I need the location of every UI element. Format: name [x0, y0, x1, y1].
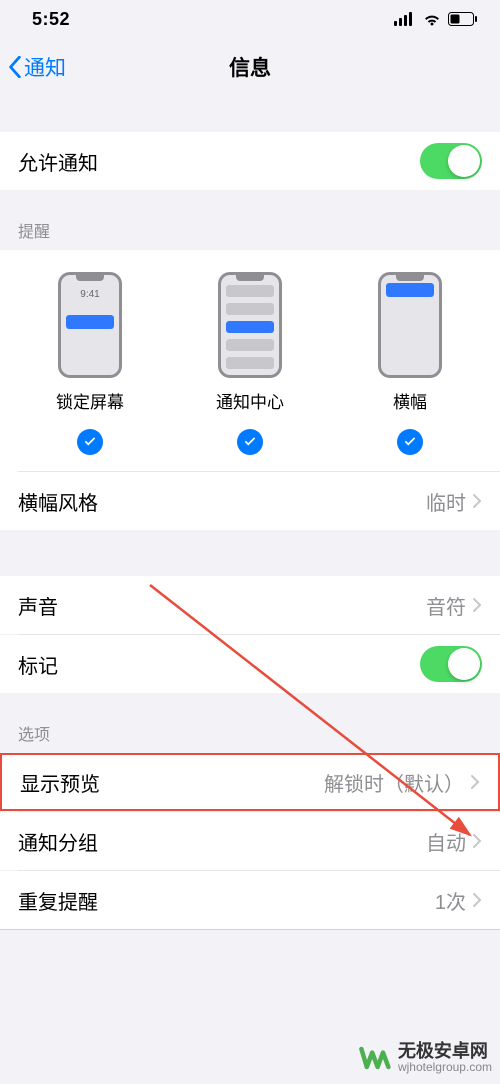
options-header: 选项 [0, 693, 500, 753]
banner-preview [378, 272, 442, 378]
check-icon [397, 429, 423, 455]
alerts-group: 9:41 锁定屏幕 通知中心 横幅 横幅风格 临时 [0, 250, 500, 530]
sounds-label: 声音 [18, 591, 58, 620]
alert-option-banner[interactable]: 横幅 [340, 272, 480, 455]
watermark-logo [356, 1040, 392, 1076]
show-previews-value: 解锁时（默认） [324, 768, 464, 797]
status-time: 5:52 [32, 9, 70, 30]
watermark: 无极安卓网 wjhotelgroup.com [356, 1040, 492, 1076]
banner-style-row[interactable]: 横幅风格 临时 [0, 472, 500, 530]
notification-grouping-row[interactable]: 通知分组 自动 [0, 812, 500, 870]
repeat-value: 1次 [435, 886, 466, 915]
chevron-left-icon [8, 56, 22, 78]
lock-screen-preview: 9:41 [58, 272, 122, 378]
back-label: 通知 [24, 52, 66, 82]
sounds-row[interactable]: 声音 音符 [0, 576, 500, 634]
chevron-right-icon [472, 892, 482, 908]
grouping-value: 自动 [426, 827, 466, 856]
notification-center-preview [218, 272, 282, 378]
page-title: 信息 [0, 52, 500, 82]
allow-notifications-label: 允许通知 [18, 147, 98, 176]
show-previews-row[interactable]: 显示预览 解锁时（默认） [0, 753, 500, 811]
watermark-url: wjhotelgroup.com [398, 1061, 492, 1074]
check-icon [237, 429, 263, 455]
chevron-right-icon [472, 833, 482, 849]
chevron-right-icon [472, 493, 482, 509]
battery-icon [448, 12, 478, 26]
check-icon [77, 429, 103, 455]
alert-option-notification-center[interactable]: 通知中心 [180, 272, 320, 455]
status-bar: 5:52 [0, 0, 500, 38]
banner-style-label: 横幅风格 [18, 487, 98, 516]
repeat-label: 重复提醒 [18, 886, 98, 915]
navigation-bar: 通知 信息 [0, 38, 500, 96]
allow-notifications-switch[interactable] [420, 143, 482, 179]
grouping-label: 通知分组 [18, 827, 98, 856]
badges-switch[interactable] [420, 646, 482, 682]
signal-icon [394, 12, 416, 26]
banner-style-value: 临时 [426, 487, 466, 516]
status-icons [394, 12, 478, 26]
alerts-header: 提醒 [0, 190, 500, 250]
show-previews-label: 显示预览 [20, 768, 100, 797]
alert-label: 横幅 [393, 388, 427, 413]
sounds-value: 音符 [426, 591, 466, 620]
repeat-alerts-row[interactable]: 重复提醒 1次 [0, 871, 500, 929]
badges-label: 标记 [18, 650, 58, 679]
chevron-right-icon [472, 597, 482, 613]
back-button[interactable]: 通知 [0, 52, 66, 82]
allow-notifications-row[interactable]: 允许通知 [0, 132, 500, 190]
watermark-name: 无极安卓网 [398, 1042, 492, 1062]
alert-option-lock-screen[interactable]: 9:41 锁定屏幕 [20, 272, 160, 455]
alert-label: 通知中心 [216, 388, 284, 413]
badges-row[interactable]: 标记 [0, 635, 500, 693]
alert-label: 锁定屏幕 [56, 388, 124, 413]
wifi-icon [422, 12, 442, 26]
chevron-right-icon [470, 774, 480, 790]
